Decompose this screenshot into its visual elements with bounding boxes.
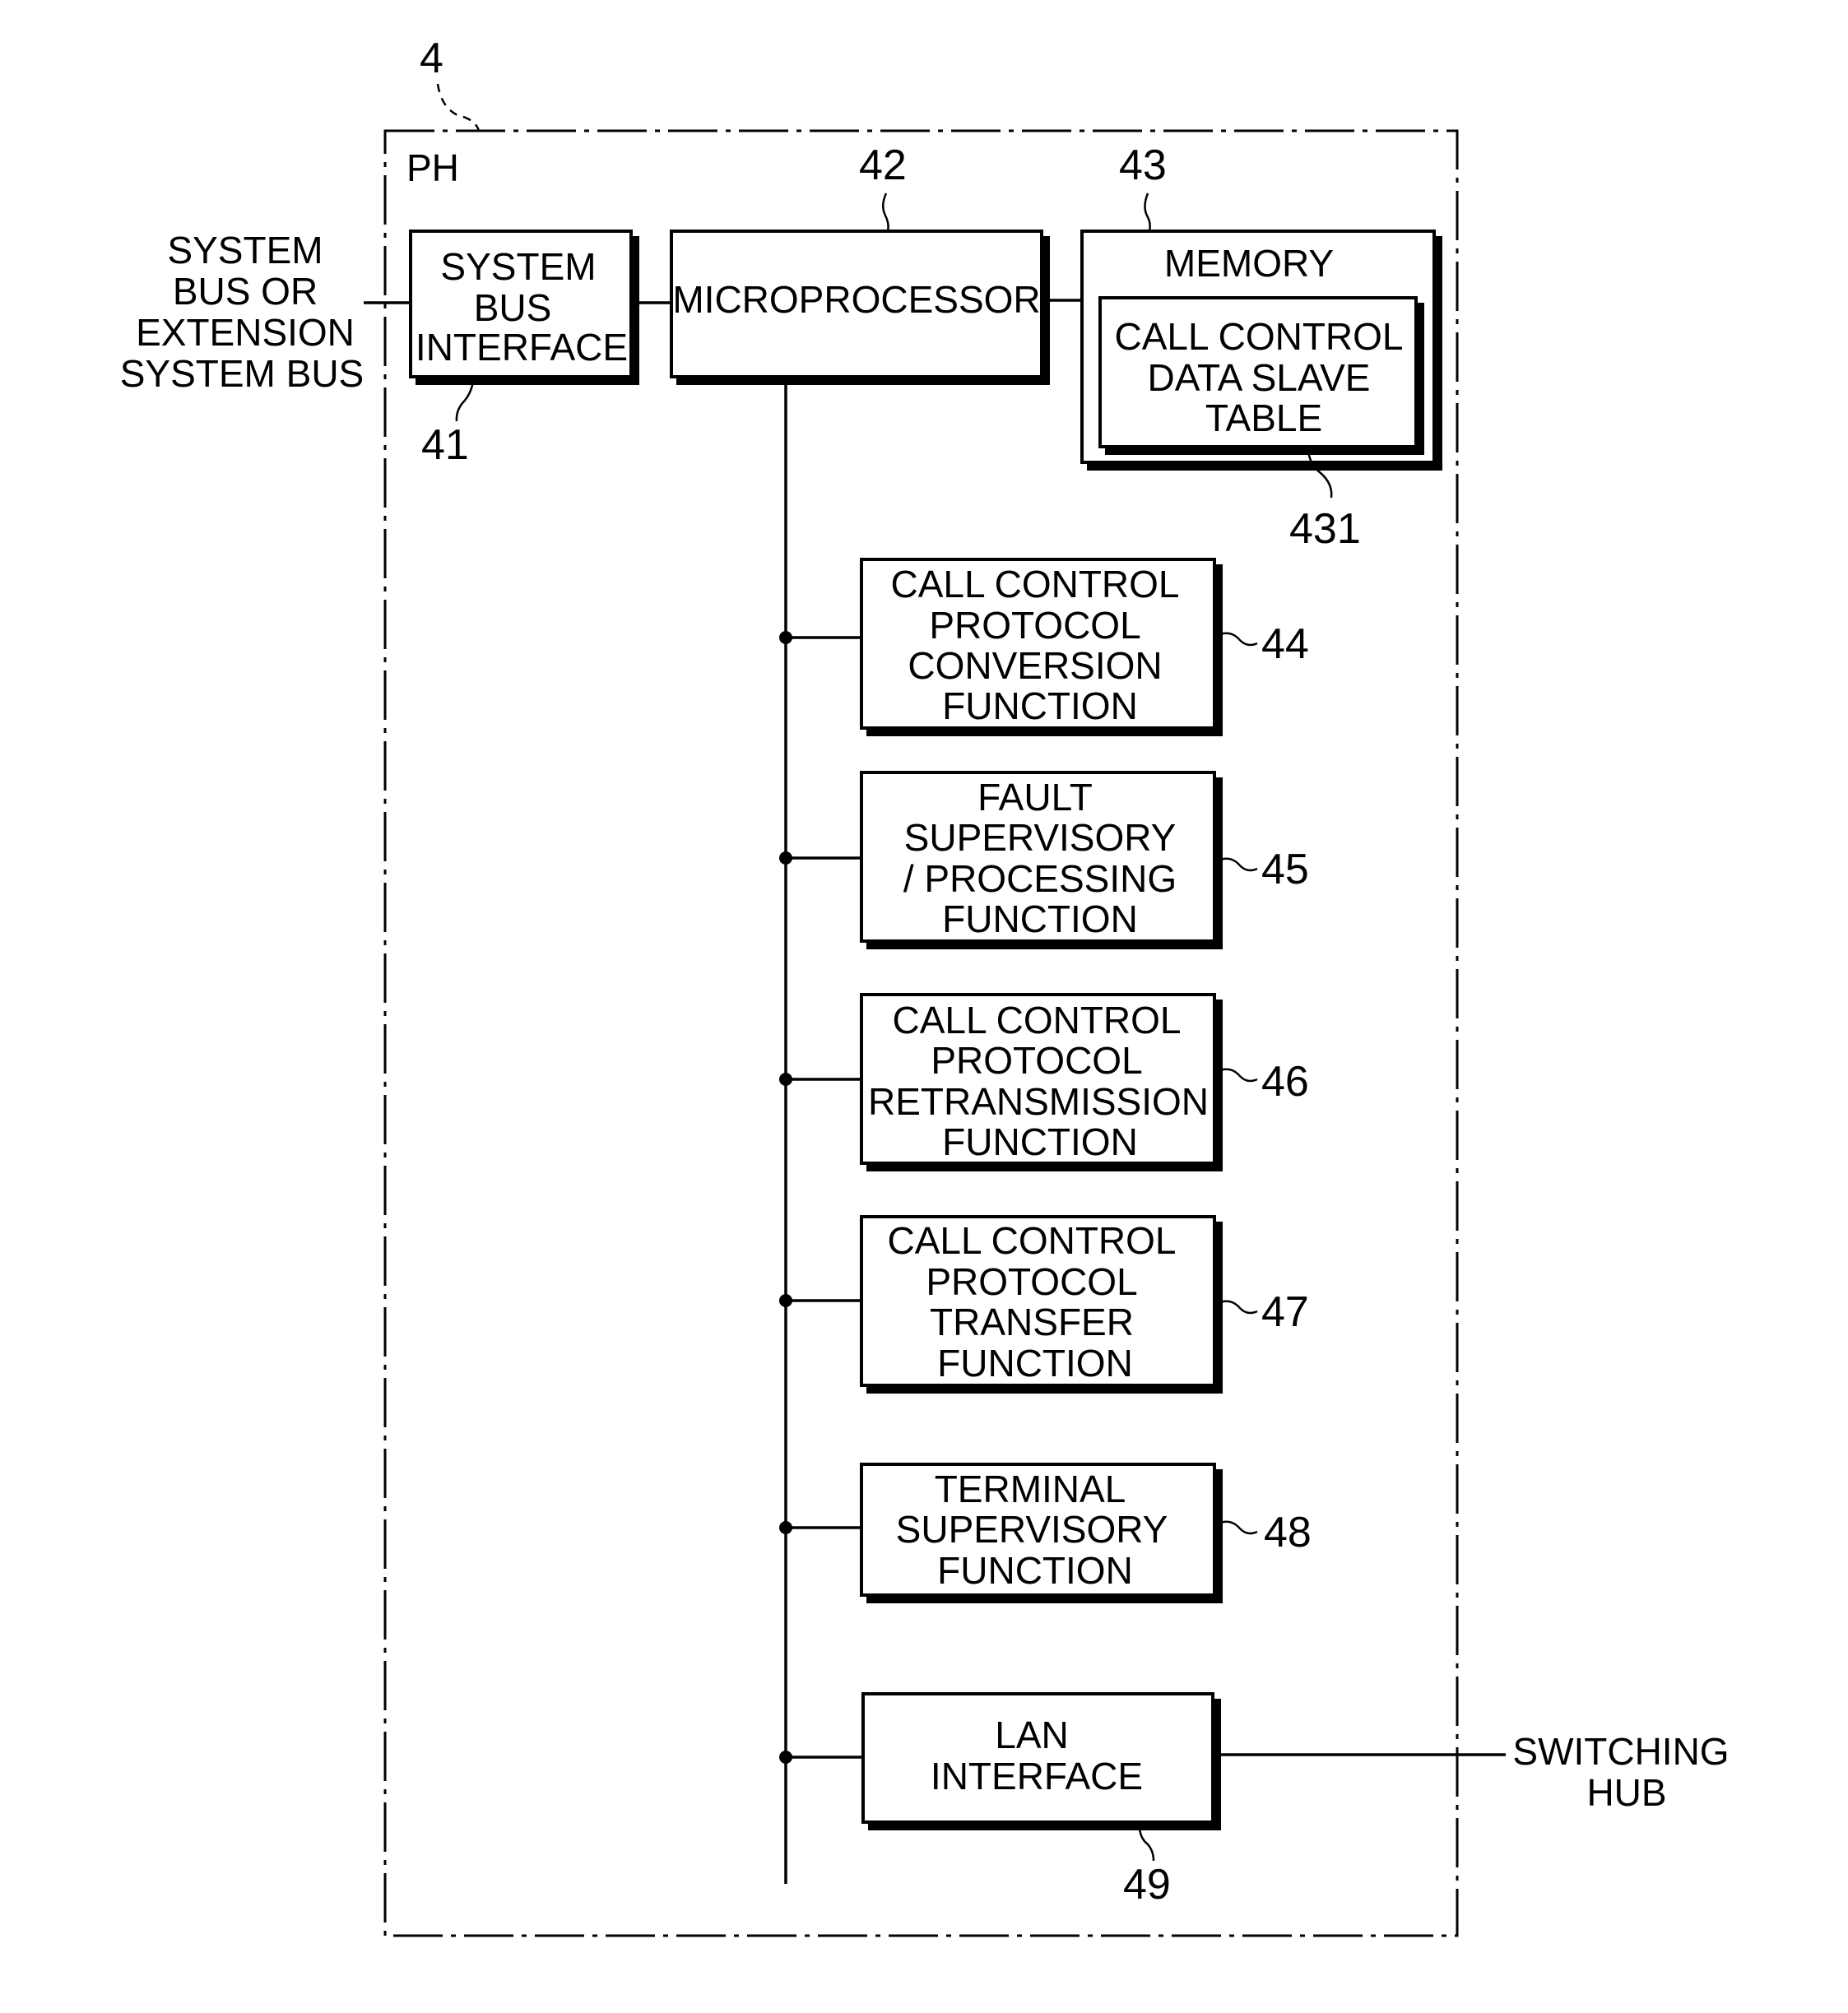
svg-text:BUS OR: BUS OR	[173, 270, 318, 313]
svg-text:SYSTEM: SYSTEM	[440, 245, 596, 288]
svg-text:SWITCHING: SWITCHING	[1512, 1730, 1729, 1773]
ref-45: 45	[1261, 846, 1309, 893]
svg-text:FUNCTION: FUNCTION	[942, 898, 1138, 940]
block-diagram: PH 4 SYSTEM BUS OR EXTENSION SYSTEM BUS …	[120, 35, 1730, 1937]
svg-text:PROTOCOL: PROTOCOL	[931, 1039, 1142, 1082]
svg-text:EXTENSION: EXTENSION	[136, 311, 355, 354]
svg-text:CALL CONTROL: CALL CONTROL	[887, 1219, 1176, 1262]
conversion-function-block: CALL CONTROL PROTOCOL CONVERSION FUNCTIO…	[779, 558, 1223, 736]
ref-48: 48	[1264, 1509, 1312, 1556]
svg-text:PROTOCOL: PROTOCOL	[926, 1260, 1137, 1303]
svg-text:SYSTEM: SYSTEM	[167, 229, 323, 271]
svg-text:FUNCTION: FUNCTION	[937, 1549, 1133, 1592]
ref-48-leader	[1217, 1520, 1258, 1535]
terminal-supervisory-function-block: TERMINAL SUPERVISORY FUNCTION	[779, 1463, 1223, 1603]
svg-text:FUNCTION: FUNCTION	[942, 1120, 1138, 1163]
svg-text:SYSTEM BUS: SYSTEM BUS	[120, 352, 364, 395]
ref-41-leader	[455, 381, 475, 422]
ref-49-leader	[1138, 1827, 1155, 1862]
retransmission-function-block: CALL CONTROL PROTOCOL RETRANSMISSION FUN…	[779, 993, 1223, 1171]
ref-45-leader	[1217, 857, 1258, 872]
microprocessor-block: MICROPROCESSOR	[670, 230, 1050, 385]
ref-44: 44	[1261, 620, 1309, 668]
svg-text:SUPERVISORY: SUPERVISORY	[896, 1508, 1168, 1551]
svg-text:TRANSFER: TRANSFER	[930, 1301, 1134, 1343]
svg-text:/ PROCESSING: / PROCESSING	[903, 857, 1177, 900]
call-control-data-slave-table-block: CALL CONTROL DATA SLAVE TABLE	[1098, 296, 1424, 455]
svg-text:MEMORY: MEMORY	[1164, 242, 1334, 285]
svg-text:BUS: BUS	[474, 286, 552, 329]
ref-431: 431	[1289, 505, 1361, 553]
svg-text:TABLE: TABLE	[1205, 397, 1322, 439]
external-system-bus-label: SYSTEM BUS OR EXTENSION SYSTEM BUS	[120, 229, 364, 395]
ref-42-leader	[882, 192, 889, 232]
svg-text:RETRANSMISSION: RETRANSMISSION	[868, 1080, 1209, 1123]
ref-44-leader	[1217, 632, 1258, 647]
svg-text:LAN: LAN	[995, 1714, 1068, 1756]
fault-supervisory-processing-block: FAULT SUPERVISORY / PROCESSING FUNCTION	[779, 771, 1223, 949]
svg-text:MICROPROCESSOR: MICROPROCESSOR	[672, 278, 1040, 321]
svg-text:CALL CONTROL: CALL CONTROL	[1114, 315, 1403, 358]
svg-text:HUB: HUB	[1586, 1771, 1666, 1814]
svg-text:INTERFACE: INTERFACE	[416, 326, 628, 369]
svg-text:FAULT: FAULT	[977, 776, 1093, 819]
svg-text:CALL CONTROL: CALL CONTROL	[892, 999, 1181, 1041]
svg-text:FUNCTION: FUNCTION	[942, 684, 1138, 727]
ref-46: 46	[1261, 1058, 1309, 1106]
ref-47: 47	[1261, 1288, 1309, 1336]
svg-text:PROTOCOL: PROTOCOL	[929, 604, 1140, 647]
ref-42: 42	[859, 141, 907, 189]
svg-text:INTERFACE: INTERFACE	[931, 1755, 1143, 1797]
ref-43: 43	[1119, 141, 1167, 189]
figure-ref-4: 4	[420, 35, 443, 82]
ref-41: 41	[421, 421, 469, 469]
svg-text:CALL CONTROL: CALL CONTROL	[890, 563, 1179, 605]
ref-47-leader	[1217, 1300, 1258, 1315]
transfer-function-block: CALL CONTROL PROTOCOL TRANSFER FUNCTION	[779, 1215, 1223, 1394]
ph-label: PH	[406, 146, 459, 189]
system-bus-interface-block: SYSTEM BUS INTERFACE	[409, 230, 639, 385]
svg-text:CONVERSION: CONVERSION	[908, 644, 1162, 687]
switching-hub-label: SWITCHING HUB	[1512, 1730, 1729, 1814]
svg-text:DATA SLAVE: DATA SLAVE	[1148, 356, 1371, 399]
ref-46-leader	[1217, 1068, 1258, 1083]
ref-49: 49	[1123, 1861, 1171, 1909]
svg-text:SUPERVISORY: SUPERVISORY	[904, 816, 1177, 859]
svg-text:TERMINAL: TERMINAL	[935, 1468, 1126, 1510]
figure-ref-leader	[436, 83, 481, 132]
lan-interface-block: LAN INTERFACE	[779, 1692, 1221, 1830]
svg-text:FUNCTION: FUNCTION	[937, 1342, 1133, 1385]
ref-43-leader	[1144, 192, 1151, 232]
